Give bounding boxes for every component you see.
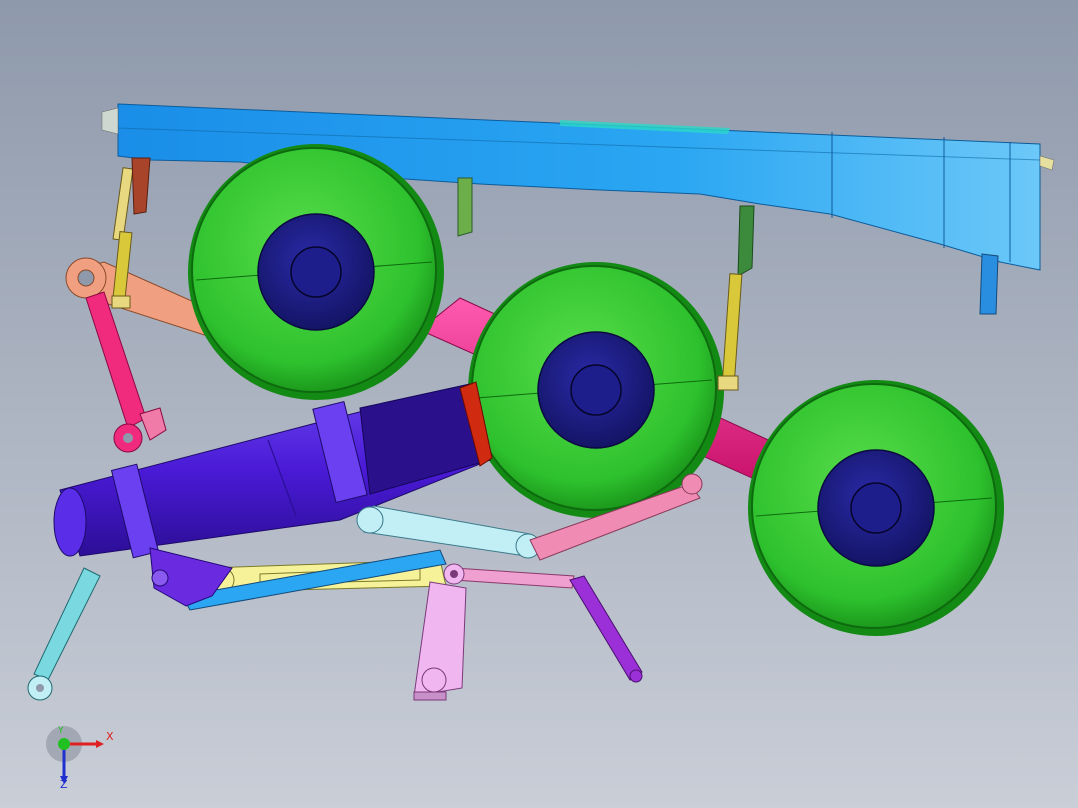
- y-axis-label: Y: [58, 726, 64, 736]
- cad-viewport[interactable]: X Y Z: [0, 0, 1078, 808]
- beam-bracket-green-1[interactable]: [457, 177, 473, 237]
- link-pink-rod[interactable]: [443, 563, 575, 589]
- beam-bracket-green-2[interactable]: [737, 205, 755, 277]
- wheel-rear[interactable]: [748, 380, 1004, 636]
- beam-bracket-blue[interactable]: [979, 253, 999, 315]
- wheel-front[interactable]: [188, 144, 444, 400]
- link-lilac[interactable]: [413, 581, 467, 701]
- z-axis-label: Z: [60, 778, 68, 791]
- landing-gear-model[interactable]: [0, 0, 1078, 808]
- axis-triad-graphic: [46, 726, 104, 784]
- side-strut-cyan[interactable]: [27, 567, 101, 701]
- strut-violet[interactable]: [569, 575, 643, 683]
- y-axis-dot: [58, 738, 70, 750]
- link-cyan[interactable]: [356, 505, 541, 559]
- axis-triad: X Y Z: [40, 722, 130, 792]
- x-axis-label: X: [106, 730, 114, 743]
